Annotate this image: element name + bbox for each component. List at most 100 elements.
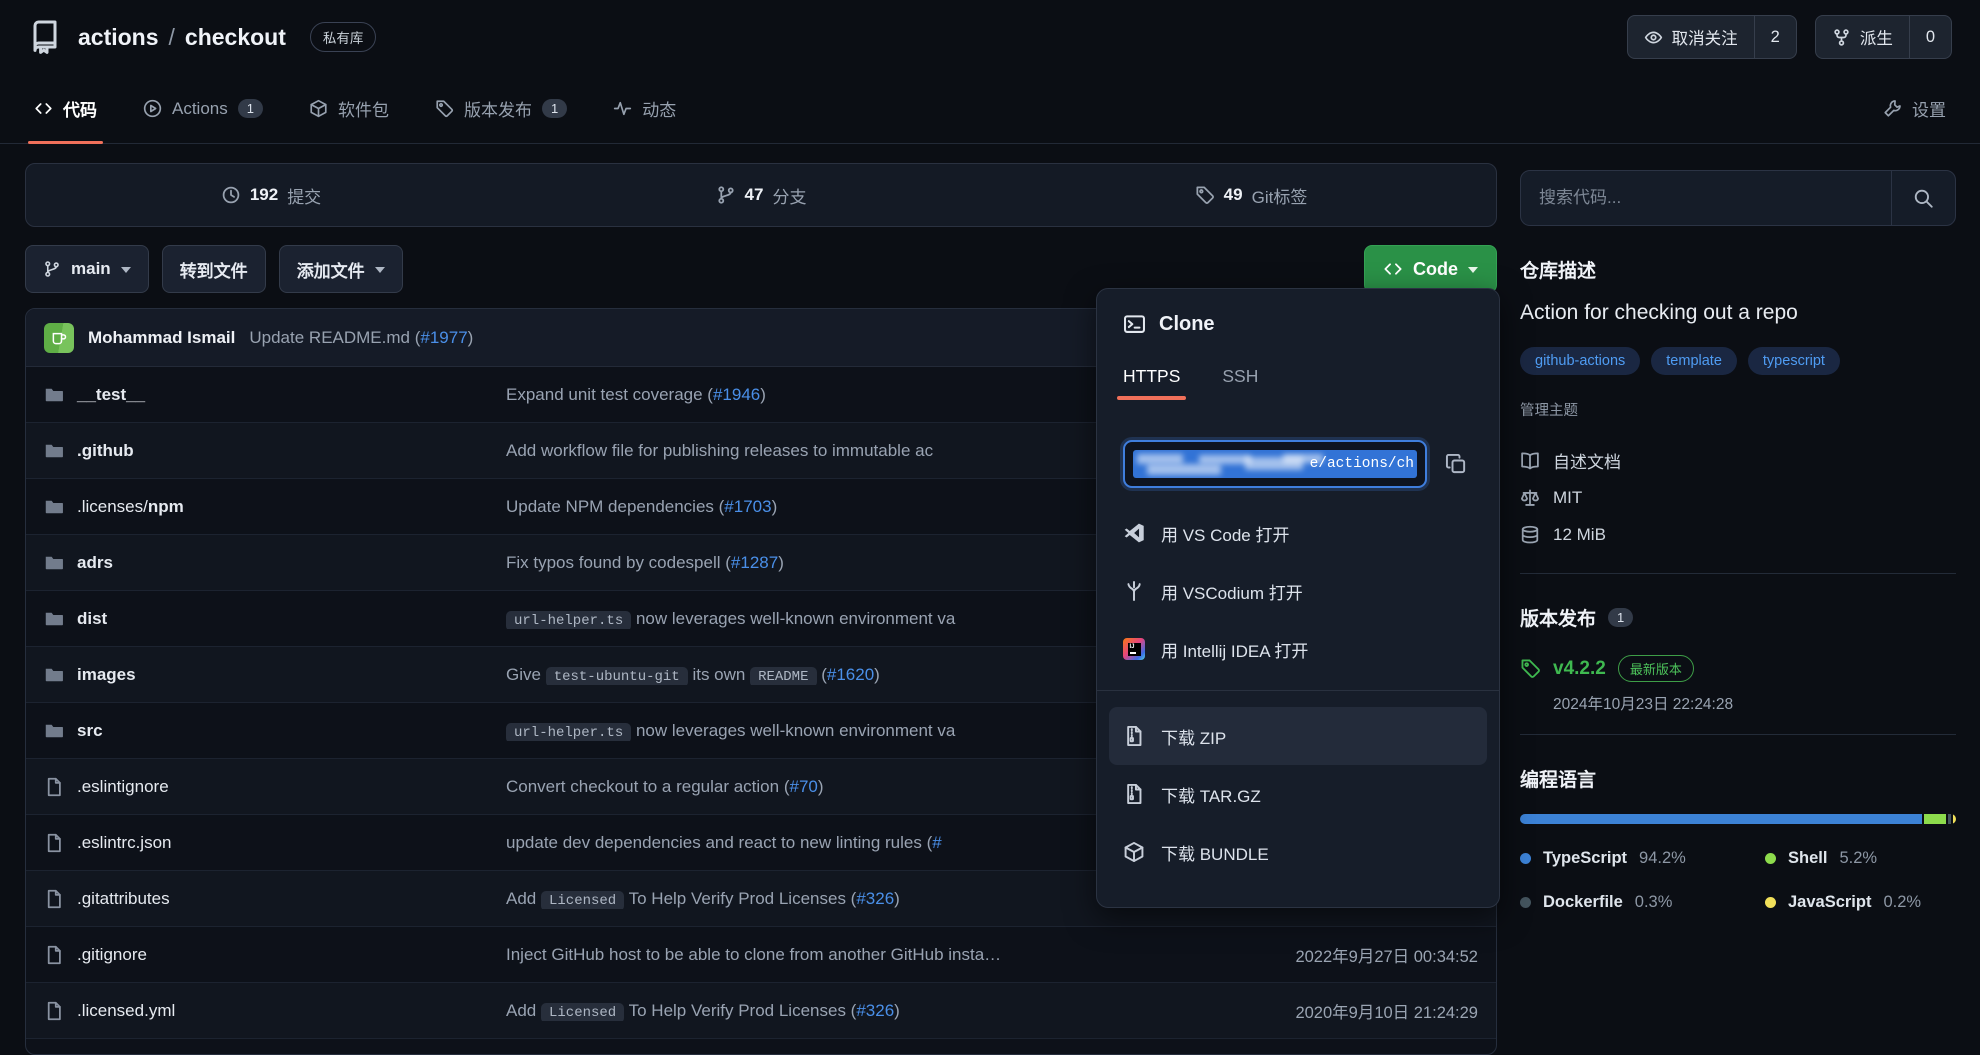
unwatch-button[interactable]: 取消关注 [1628, 16, 1754, 58]
meta-自述文档[interactable]: 自述文档 [1520, 442, 1956, 479]
table-row[interactable]: .gitignoreInject GitHub host to be able … [26, 927, 1496, 983]
repo-owner-link[interactable]: actions [78, 24, 159, 51]
lang-legend-Dockerfile[interactable]: Dockerfile0.3% [1520, 880, 1765, 924]
file-name[interactable]: .licensed.yml [44, 1001, 506, 1021]
code-button[interactable]: Code [1364, 245, 1497, 293]
folder-icon [44, 553, 64, 573]
pr-link[interactable]: #1946 [713, 385, 760, 404]
pr-link[interactable]: #326 [856, 1001, 894, 1020]
lang-legend-TypeScript[interactable]: TypeScript94.2% [1520, 836, 1765, 880]
pr-link[interactable]: #1287 [731, 553, 778, 572]
repo-page: actions / checkout 私有库 取消关注 2 派生 0 [0, 0, 1980, 1055]
file-name[interactable]: __test__ [44, 385, 506, 405]
file-name[interactable]: images [44, 665, 506, 685]
topic-github-actions[interactable]: github-actions [1520, 347, 1640, 375]
pr-link[interactable]: #70 [789, 777, 817, 796]
file-name[interactable]: .github [44, 441, 506, 461]
folder-icon [44, 609, 64, 629]
tab-label: 代码 [63, 96, 97, 121]
package-icon [309, 99, 328, 118]
fork-button[interactable]: 派生 [1816, 16, 1909, 58]
tab-label: Actions [172, 99, 228, 119]
lang-legend-JavaScript[interactable]: JavaScript0.2% [1765, 880, 1956, 924]
cube-icon [1123, 841, 1145, 863]
tab-Actions[interactable]: Actions1 [137, 74, 269, 143]
releases-heading-label[interactable]: 版本发布 [1520, 604, 1596, 631]
clone-url-input[interactable]: e/actions/ch [1123, 440, 1427, 488]
pulse-icon [613, 99, 632, 118]
repo-name-link[interactable]: checkout [185, 24, 286, 51]
search-button[interactable] [1891, 171, 1955, 225]
topic-template[interactable]: template [1651, 347, 1737, 375]
meta-MIT[interactable]: MIT [1520, 479, 1956, 516]
watchers-count[interactable]: 2 [1754, 16, 1796, 58]
table-row[interactable]: .licensed.ymlAdd Licensed To Help Verify… [26, 983, 1496, 1039]
file-name[interactable]: .eslintrc.json [44, 833, 506, 853]
sidebar: 仓库描述 Action for checking out a repo gith… [1520, 170, 1956, 924]
folder-icon [44, 665, 64, 685]
divider [1520, 573, 1956, 574]
file-name[interactable]: dist [44, 609, 506, 629]
menu-item-下载 ZIP[interactable]: 下载 ZIP [1109, 707, 1487, 765]
tab-settings[interactable]: 设置 [1877, 74, 1952, 143]
pr-link[interactable]: #1620 [827, 665, 874, 684]
menu-item-下载 BUNDLE[interactable]: 下载 BUNDLE [1109, 823, 1487, 881]
visibility-badge: 私有库 [310, 22, 377, 52]
language-bar[interactable] [1520, 814, 1956, 824]
commit-message: Update README.md (#1977) [249, 328, 473, 348]
release-tag-link[interactable]: v4.2.2 [1553, 658, 1606, 680]
copy-url-button[interactable] [1439, 447, 1473, 481]
lang-dot [1765, 897, 1776, 908]
topic-typescript[interactable]: typescript [1748, 347, 1840, 375]
file-icon [44, 833, 64, 853]
file-name[interactable]: adrs [44, 553, 506, 573]
stat-提交[interactable]: 192提交 [26, 164, 516, 226]
breadcrumb-separator: / [169, 24, 175, 51]
folder-icon [44, 721, 64, 741]
lang-dot [1520, 897, 1531, 908]
avatar[interactable] [44, 323, 74, 353]
add-file-label: 添加文件 [297, 257, 365, 282]
commit-date: 2020年9月10日 21:24:29 [1226, 999, 1478, 1023]
menu-item-用 VS Code 打开[interactable]: 用 VS Code 打开 [1109, 504, 1487, 562]
file-name[interactable]: src [44, 721, 506, 741]
lang-segment-JavaScript [1953, 814, 1956, 824]
dropdown-divider [1097, 690, 1499, 691]
pr-link[interactable]: #326 [856, 889, 894, 908]
pr-link[interactable]: #1703 [724, 497, 771, 516]
lang-legend-Shell[interactable]: Shell5.2% [1765, 836, 1956, 880]
branch-selector[interactable]: main [25, 245, 149, 293]
tab-https[interactable]: HTTPS [1123, 366, 1180, 400]
file-name[interactable]: .gitignore [44, 945, 506, 965]
stat-label: Git标签 [1252, 183, 1308, 208]
manage-topics-link[interactable]: 管理主题 [1520, 399, 1956, 420]
file-name[interactable]: .gitattributes [44, 889, 506, 909]
meta-12 MiB[interactable]: 12 MiB [1520, 516, 1956, 553]
stat-Git标签[interactable]: 49Git标签 [1006, 164, 1496, 226]
repo-description: Action for checking out a repo [1520, 301, 1956, 325]
menu-item-下载 TAR.GZ[interactable]: 下载 TAR.GZ [1109, 765, 1487, 823]
menu-item-用 VSCodium 打开[interactable]: 用 VSCodium 打开 [1109, 562, 1487, 620]
code-button-label: Code [1413, 259, 1458, 280]
tabs: 代码 Actions1 软件包版本发布1 动态 [28, 74, 716, 143]
search-input[interactable] [1521, 171, 1891, 225]
file-icon [44, 777, 64, 797]
tab-代码[interactable]: 代码 [28, 74, 103, 143]
goto-file-label: 转到文件 [180, 257, 248, 282]
file-name[interactable]: .licenses/npm [44, 497, 506, 517]
commit-pr-link[interactable]: #1977 [420, 328, 467, 347]
tab-软件包[interactable]: 软件包 [303, 74, 395, 143]
commit-message: Add Licensed To Help Verify Prod License… [506, 1001, 1226, 1021]
stat-分支[interactable]: 47分支 [516, 164, 1006, 226]
tab-ssh[interactable]: SSH [1222, 366, 1258, 400]
tab-版本发布[interactable]: 版本发布1 [429, 74, 573, 143]
file-name[interactable]: .eslintignore [44, 777, 506, 797]
add-file-button[interactable]: 添加文件 [279, 245, 403, 293]
pr-link[interactable]: # [932, 833, 941, 852]
goto-file-button[interactable]: 转到文件 [162, 245, 266, 293]
menu-item-用 Intellij IDEA 打开[interactable]: IJ用 Intellij IDEA 打开 [1109, 620, 1487, 678]
tab-动态[interactable]: 动态 [607, 74, 682, 143]
forks-count[interactable]: 0 [1909, 16, 1951, 58]
commit-author[interactable]: Mohammad Ismail [88, 328, 235, 348]
file-icon [44, 889, 64, 909]
